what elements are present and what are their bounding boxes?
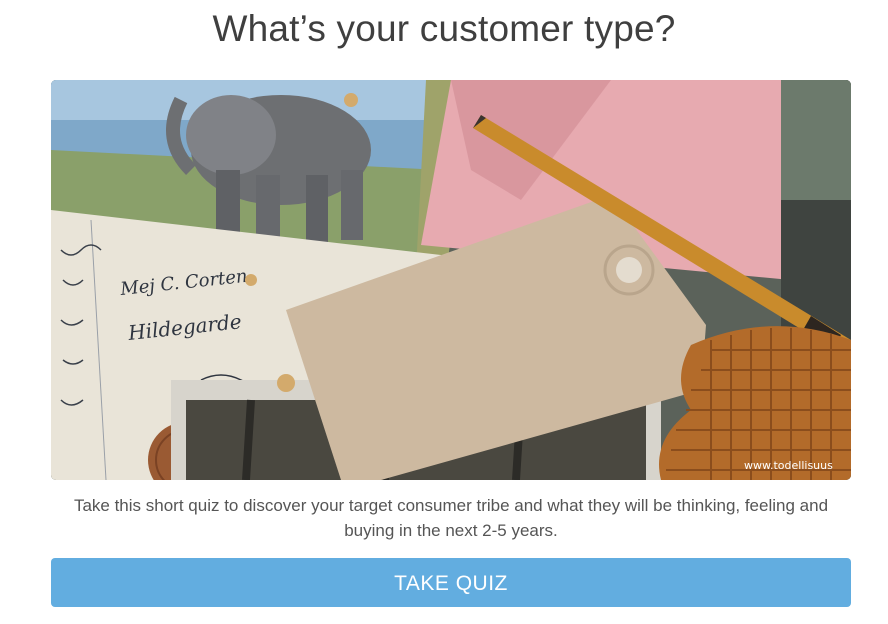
- take-quiz-button[interactable]: TAKE QUIZ: [51, 558, 851, 607]
- page-title: What’s your customer type?: [212, 8, 676, 49]
- quiz-card: What’s your customer type? Mej C. Corten…: [0, 0, 888, 624]
- image-credit: www.todellisuus: [744, 459, 833, 472]
- hero-image: Mej C. Corten Hildegarde www.todellisuus: [51, 80, 851, 480]
- quiz-description: Take this short quiz to discover your ta…: [73, 496, 829, 540]
